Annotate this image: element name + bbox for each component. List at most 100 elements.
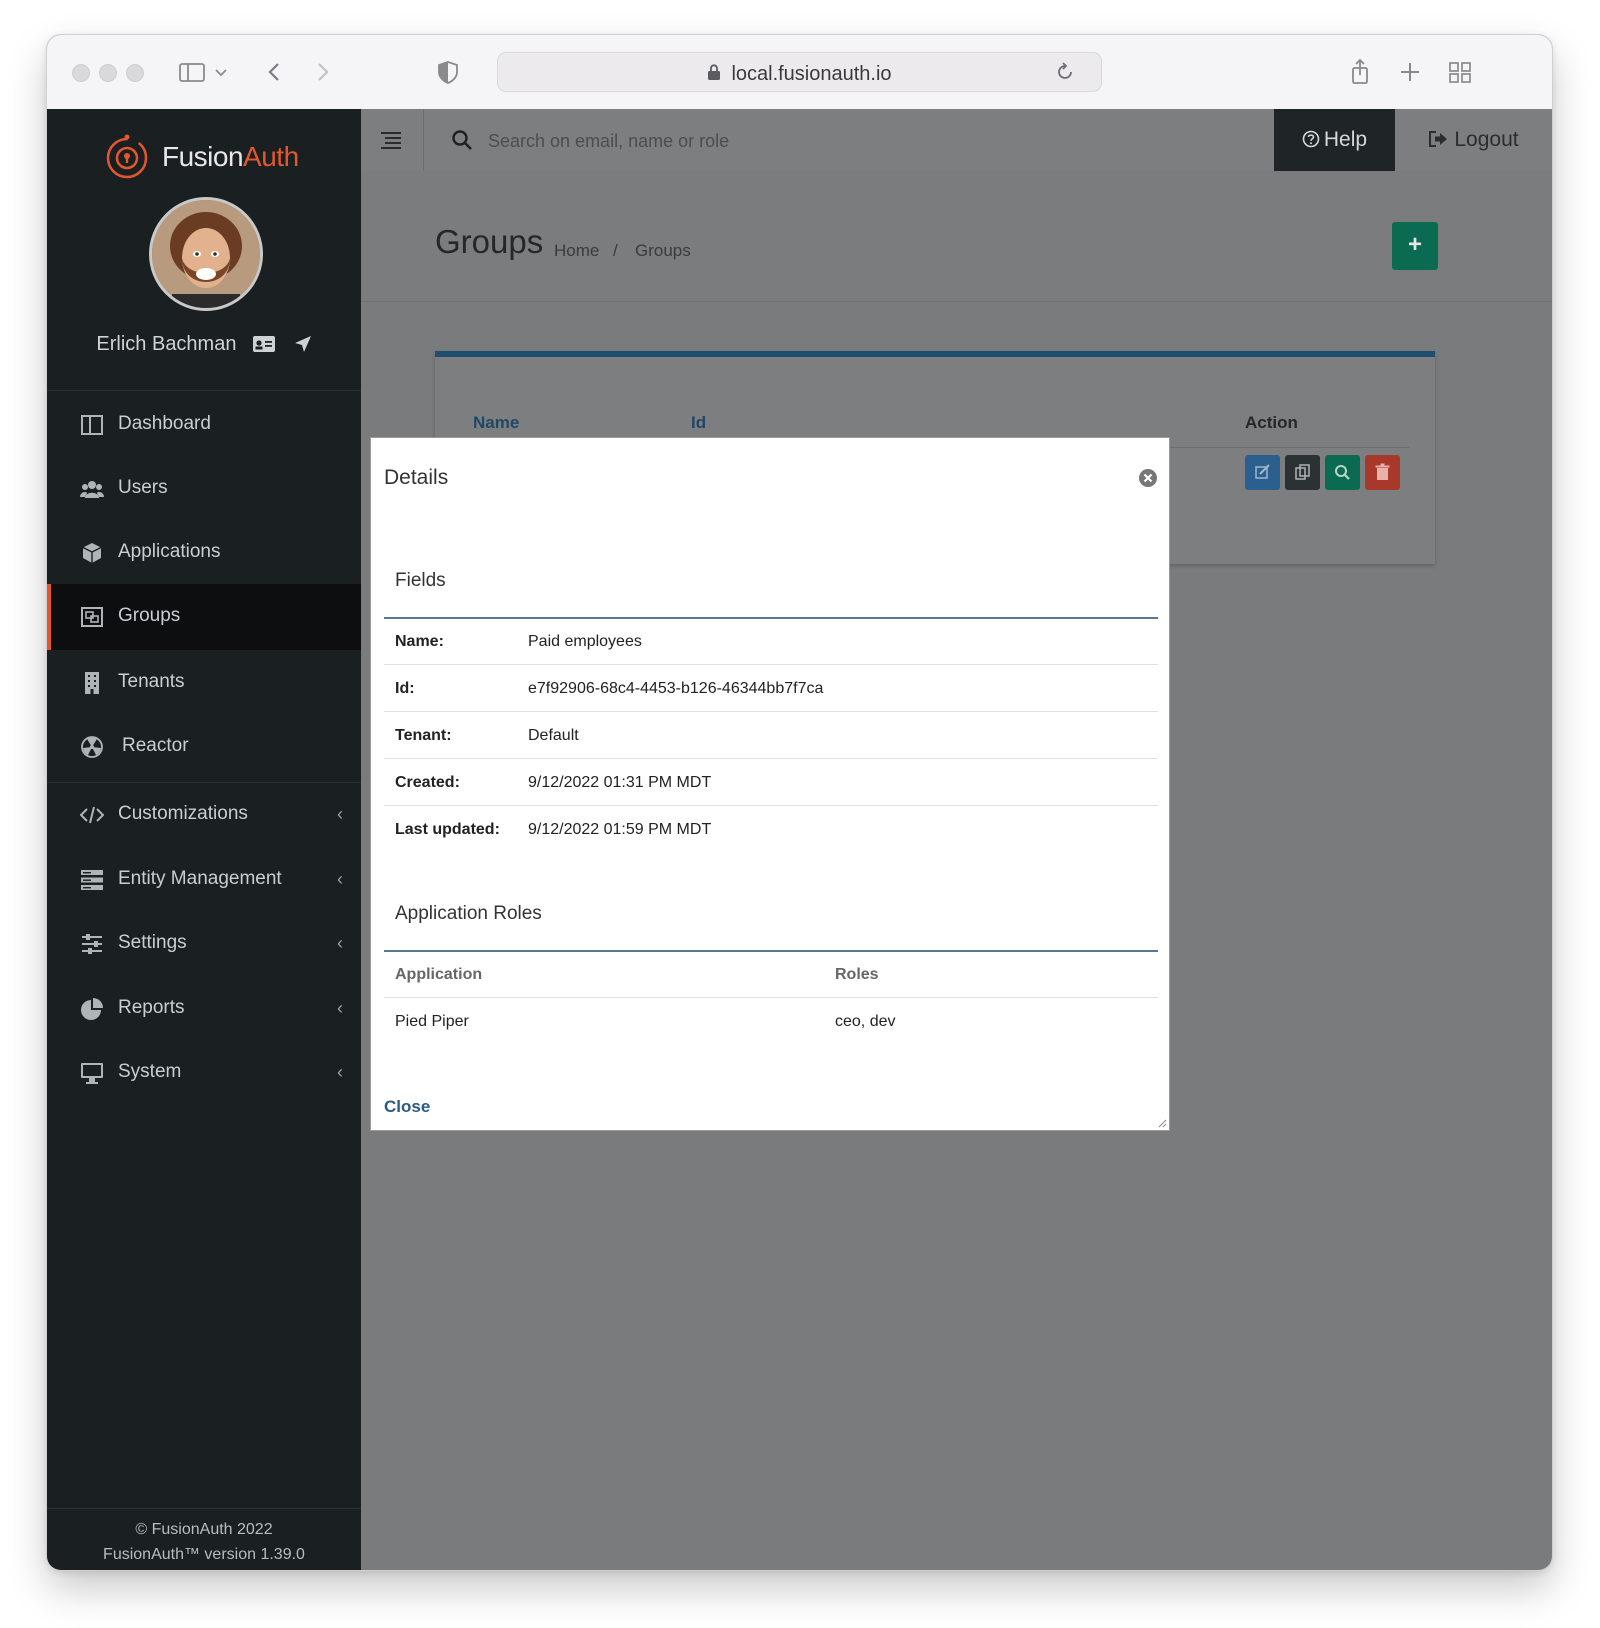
row-divider <box>384 997 1158 998</box>
users-icon <box>80 481 104 498</box>
field-value-name: Paid employees <box>528 633 642 650</box>
copy-icon <box>1295 464 1310 480</box>
breadcrumb-groups: Groups <box>635 241 691 260</box>
sidebar-toggle-icon[interactable] <box>177 57 207 87</box>
sidebar-item-settings[interactable]: Settings ‹ <box>47 911 361 977</box>
menu-toggle-icon[interactable] <box>379 128 403 152</box>
sidebar-item-reports[interactable]: Reports ‹ <box>47 976 361 1042</box>
back-arrow-icon[interactable] <box>260 57 290 87</box>
window-minimize-dot[interactable] <box>99 64 117 82</box>
column-header-id[interactable]: Id <box>691 413 706 433</box>
share-icon[interactable] <box>1345 57 1375 87</box>
sidebar-footer: © FusionAuth 2022 FusionAuth™ version 1.… <box>47 1508 361 1570</box>
logout-button[interactable]: Logout <box>1395 109 1552 171</box>
search-icon <box>452 130 472 150</box>
username: Erlich Bachman <box>96 333 237 355</box>
location-arrow-icon[interactable] <box>294 335 312 353</box>
logo-text-fusion: Fusion <box>162 141 244 172</box>
sidebar-item-label: Reactor <box>122 735 189 756</box>
resize-handle-icon[interactable] <box>1157 1118 1167 1128</box>
copyright-text: © FusionAuth 2022 <box>135 1521 273 1538</box>
sliders-icon <box>82 934 102 954</box>
field-value-id: e7f92906-68c4-4453-b126-46344bb7f7ca <box>528 680 824 697</box>
shield-icon[interactable] <box>433 57 463 87</box>
field-label-created: Created: <box>395 774 460 791</box>
roles-cell-roles: ceo, dev <box>835 1013 896 1030</box>
breadcrumb-separator: / <box>613 241 618 260</box>
avatar-image <box>152 200 260 308</box>
sidebar-item-groups[interactable]: Groups <box>47 584 361 650</box>
tab-overview-icon[interactable] <box>1445 57 1475 87</box>
field-label-tenant: Tenant: <box>395 727 452 744</box>
reload-icon[interactable] <box>1054 61 1076 83</box>
id-card-icon[interactable] <box>252 335 276 353</box>
window-zoom-dot[interactable] <box>126 64 144 82</box>
field-value-last-updated: 9/12/2022 01:59 PM MDT <box>528 821 712 838</box>
sidebar-item-label: Entity Management <box>118 868 282 889</box>
topbar-divider <box>423 109 424 171</box>
avatar[interactable] <box>149 197 263 311</box>
chevron-down-icon[interactable] <box>212 57 230 87</box>
code-icon <box>80 806 104 824</box>
add-group-button[interactable]: + <box>1392 222 1438 270</box>
browser-window: local.fusionauth.io FusionAuth Erlich Ba… <box>47 35 1552 1570</box>
copy-group-button[interactable] <box>1285 455 1320 490</box>
magnifier-icon <box>1335 465 1350 480</box>
row-divider <box>384 711 1158 712</box>
roles-section-title: Application Roles <box>395 903 542 924</box>
user-info: Erlich Bachman <box>47 333 361 356</box>
sidebar-item-entity-management[interactable]: Entity Management ‹ <box>47 847 361 913</box>
row-divider <box>384 805 1158 806</box>
chevron-left-icon: ‹ <box>337 933 343 953</box>
sidebar-item-label: System <box>118 1061 182 1082</box>
sidebar-item-customizations[interactable]: Customizations ‹ <box>47 782 361 848</box>
fields-section-title: Fields <box>395 570 446 591</box>
edit-group-button[interactable] <box>1245 455 1280 490</box>
fields-section-divider <box>384 617 1158 619</box>
sidebar-item-system[interactable]: System ‹ <box>47 1040 361 1106</box>
fusionauth-logo-icon <box>106 134 148 179</box>
sidebar-item-label: Dashboard <box>118 413 211 434</box>
delete-group-button[interactable] <box>1365 455 1400 490</box>
sidebar-item-reactor[interactable]: Reactor <box>47 714 361 780</box>
close-circle-icon[interactable] <box>1138 468 1158 488</box>
pie-chart-icon <box>81 998 103 1020</box>
sidebar-item-label: Tenants <box>118 671 185 692</box>
sidebar-item-dashboard[interactable]: Dashboard <box>47 392 361 458</box>
sidebar-item-applications[interactable]: Applications <box>47 520 361 586</box>
field-label-name: Name: <box>395 633 444 650</box>
sidebar-item-users[interactable]: Users <box>47 456 361 522</box>
forward-arrow-icon[interactable] <box>307 57 337 87</box>
row-divider <box>384 758 1158 759</box>
page-title: Groups <box>435 223 544 260</box>
help-button[interactable]: Help <box>1274 109 1395 171</box>
chevron-left-icon: ‹ <box>337 869 343 889</box>
sidebar-item-label: Groups <box>118 605 181 626</box>
close-button[interactable]: Close <box>384 1097 430 1117</box>
window-close-dot[interactable] <box>72 64 90 82</box>
sign-out-icon <box>1429 131 1448 147</box>
new-tab-icon[interactable] <box>1395 57 1425 87</box>
column-header-name[interactable]: Name <box>473 413 519 433</box>
edit-icon <box>1255 464 1270 479</box>
sidebar-divider <box>47 390 361 391</box>
chevron-left-icon: ‹ <box>337 998 343 1018</box>
chevron-left-icon: ‹ <box>337 804 343 824</box>
search-input[interactable] <box>486 123 1190 159</box>
sidebar-item-label: Settings <box>118 932 187 953</box>
logout-label: Logout <box>1454 128 1519 151</box>
sidebar-item-tenants[interactable]: Tenants <box>47 650 361 716</box>
chevron-left-icon: ‹ <box>337 1062 343 1082</box>
view-group-button[interactable] <box>1325 455 1360 490</box>
field-label-id: Id: <box>395 680 415 697</box>
logo-text: FusionAuth <box>162 141 299 173</box>
question-circle-icon <box>1302 130 1320 148</box>
page-header: Groups Home / Groups + <box>361 171 1552 302</box>
building-icon <box>85 672 99 694</box>
details-modal: Details Fields Name: Paid employees Id: … <box>370 437 1170 1131</box>
row-divider <box>384 664 1158 665</box>
address-bar[interactable]: local.fusionauth.io <box>497 52 1102 92</box>
cube-icon <box>82 543 102 563</box>
breadcrumb-home[interactable]: Home <box>554 241 599 261</box>
trash-icon <box>1375 463 1390 480</box>
